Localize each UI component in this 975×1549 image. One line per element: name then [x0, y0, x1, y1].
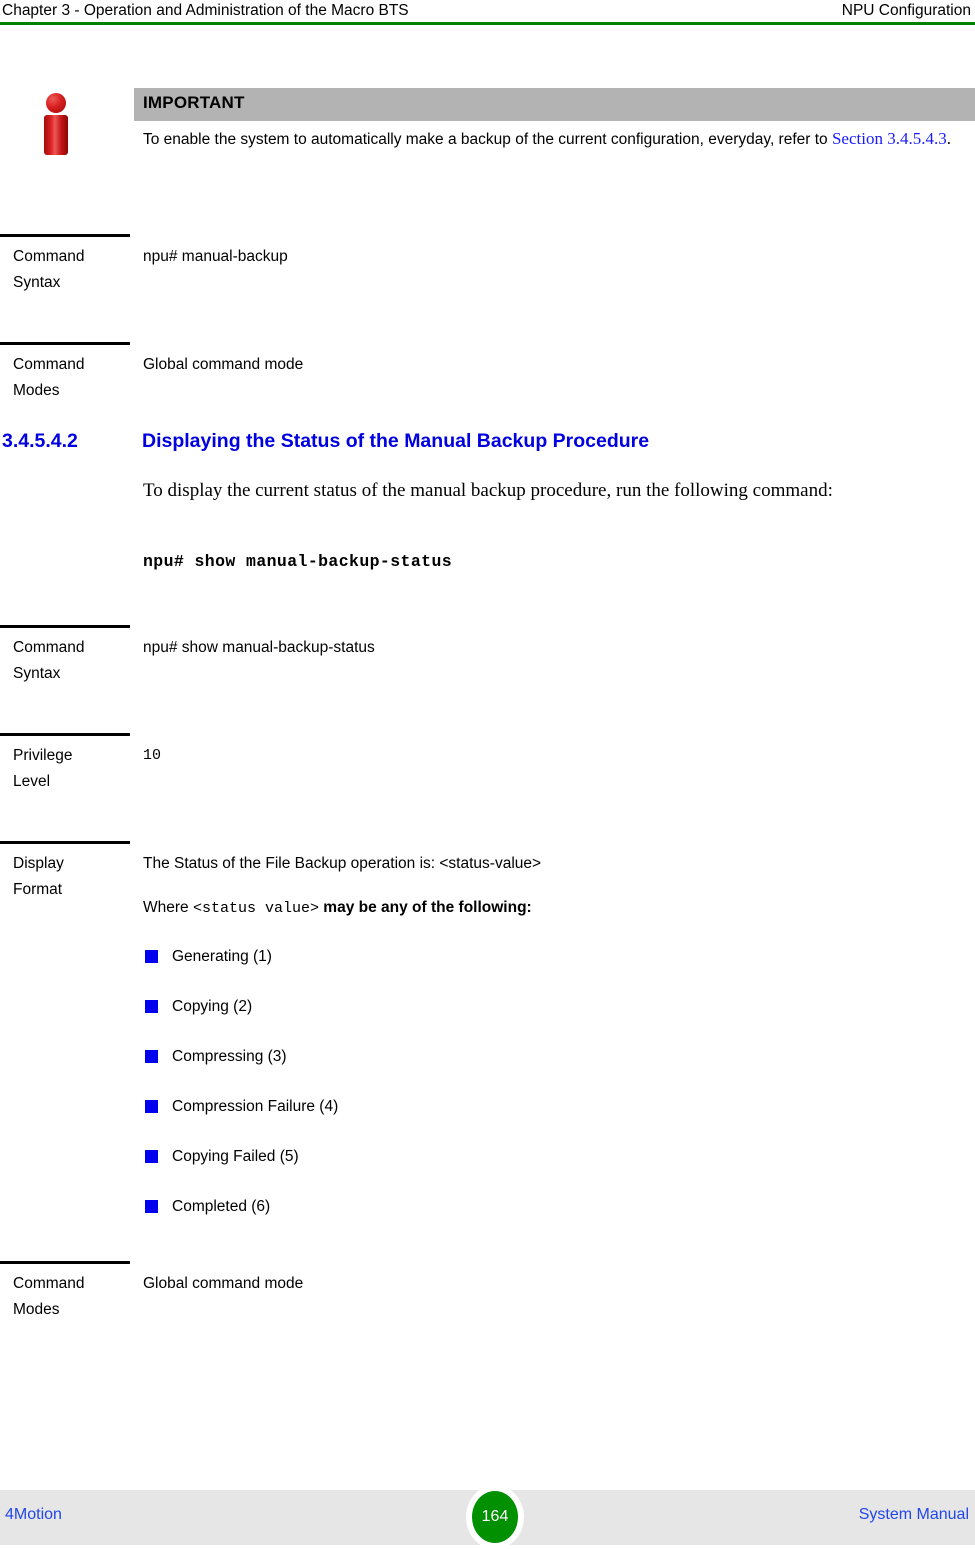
- row-label-line2: Syntax: [13, 274, 61, 291]
- list-item: Completed (6): [143, 1194, 843, 1244]
- table-row: Privilege Level 10: [0, 733, 975, 841]
- section-heading: 3.4.5.4.2 Displaying the Status of the M…: [0, 430, 975, 458]
- body-paragraph: To display the current status of the man…: [143, 480, 833, 501]
- row-label: Command Syntax: [13, 244, 133, 296]
- page-header: Chapter 3 - Operation and Administration…: [0, 0, 975, 24]
- header-divider: [0, 22, 975, 25]
- section-title: Displaying the Status of the Manual Back…: [142, 430, 650, 452]
- status-value-list: Generating (1) Copying (2) Compressing (…: [143, 944, 843, 1244]
- table-row: Command Modes Global command mode: [0, 1261, 975, 1351]
- bullet-square-icon: [145, 1150, 158, 1163]
- row-content: npu# show manual-backup-status: [143, 639, 375, 656]
- list-item-label: Compressing (3): [172, 1048, 287, 1065]
- header-chapter-title: Chapter 3 - Operation and Administration…: [2, 2, 409, 19]
- important-callout-header-bar: IMPORTANT: [134, 88, 975, 121]
- important-callout-body: To enable the system to automatically ma…: [143, 126, 971, 153]
- important-callout-title: IMPORTANT: [143, 93, 245, 112]
- display-format-line2-prefix: Where: [143, 899, 193, 916]
- row-label: Privilege Level: [13, 743, 133, 795]
- list-item: Compressing (3): [143, 1044, 843, 1094]
- info-icon: [36, 93, 80, 155]
- callout-text-after-link: .: [946, 129, 951, 148]
- row-label-line1: Command: [13, 248, 85, 265]
- row-top-rule: [0, 841, 130, 844]
- row-content: 10: [143, 747, 162, 764]
- list-item-label: Compression Failure (4): [172, 1098, 339, 1115]
- page-footer: 4Motion 164 System Manual: [0, 1485, 975, 1549]
- footer-product-name: 4Motion: [5, 1506, 62, 1523]
- row-content: npu# manual-backup: [143, 248, 288, 265]
- table-row: Command Syntax npu# show manual-backup-s…: [0, 625, 975, 733]
- row-label: Command Modes: [13, 352, 133, 404]
- info-icon-dot: [46, 93, 66, 113]
- row-label-line1: Privilege: [13, 747, 73, 764]
- section-number: 3.4.5.4.2: [2, 430, 78, 452]
- row-label-line2: Modes: [13, 382, 60, 399]
- list-item-label: Copying (2): [172, 998, 253, 1015]
- row-content: Global command mode: [143, 356, 304, 373]
- row-label-line2: Format: [13, 881, 63, 898]
- row-label-line2: Modes: [13, 1301, 60, 1318]
- row-label: Command Modes: [13, 1271, 133, 1323]
- section-cross-reference-link[interactable]: Section 3.4.5.4.3: [832, 129, 947, 148]
- list-item-label: Completed (6): [172, 1198, 271, 1215]
- display-format-line1: The Status of the File Backup operation …: [143, 855, 542, 872]
- callout-text-before-link: To enable the system to automatically ma…: [143, 131, 832, 148]
- header-section-title: NPU Configuration: [841, 2, 971, 19]
- bullet-square-icon: [145, 950, 158, 963]
- row-label-line1: Command: [13, 1275, 85, 1292]
- list-item-label: Copying Failed (5): [172, 1148, 299, 1165]
- bullet-square-icon: [145, 1000, 158, 1013]
- row-label: Command Syntax: [13, 635, 133, 687]
- page-number: 164: [481, 1508, 509, 1525]
- row-label: Display Format: [13, 851, 133, 903]
- row-label-line1: Command: [13, 639, 85, 656]
- row-label-line2: Syntax: [13, 665, 61, 682]
- list-item: Copying Failed (5): [143, 1144, 843, 1194]
- list-item: Generating (1): [143, 944, 843, 994]
- row-label-line1: Display: [13, 855, 64, 872]
- row-top-rule: [0, 733, 130, 736]
- row-top-rule: [0, 234, 130, 237]
- row-content: Global command mode: [143, 1275, 304, 1292]
- list-item-label: Generating (1): [172, 948, 272, 965]
- row-top-rule: [0, 342, 130, 345]
- list-item: Compression Failure (4): [143, 1094, 843, 1144]
- page-number-badge: 164: [466, 1485, 524, 1549]
- bullet-square-icon: [145, 1100, 158, 1113]
- table-row: Command Syntax npu# manual-backup: [0, 234, 975, 342]
- table-row: Command Modes Global command mode: [0, 342, 975, 422]
- row-top-rule: [0, 1261, 130, 1264]
- footer-document-name: System Manual: [858, 1506, 969, 1523]
- info-icon-stem: [44, 115, 68, 155]
- list-item: Copying (2): [143, 994, 843, 1044]
- bullet-square-icon: [145, 1200, 158, 1213]
- bullet-square-icon: [145, 1050, 158, 1063]
- row-top-rule: [0, 625, 130, 628]
- display-format-line2-suffix: may be any of the following:: [319, 899, 532, 916]
- row-content: The Status of the File Backup operation …: [143, 851, 971, 922]
- row-label-line2: Level: [13, 773, 51, 790]
- command-example: npu# show manual-backup-status: [143, 552, 453, 571]
- display-format-line2: Where <status value> may be any of the f…: [143, 895, 971, 922]
- page-number-circle: 164: [472, 1491, 518, 1543]
- display-format-status-token: <status value>: [192, 900, 319, 917]
- row-label-line1: Command: [13, 356, 85, 373]
